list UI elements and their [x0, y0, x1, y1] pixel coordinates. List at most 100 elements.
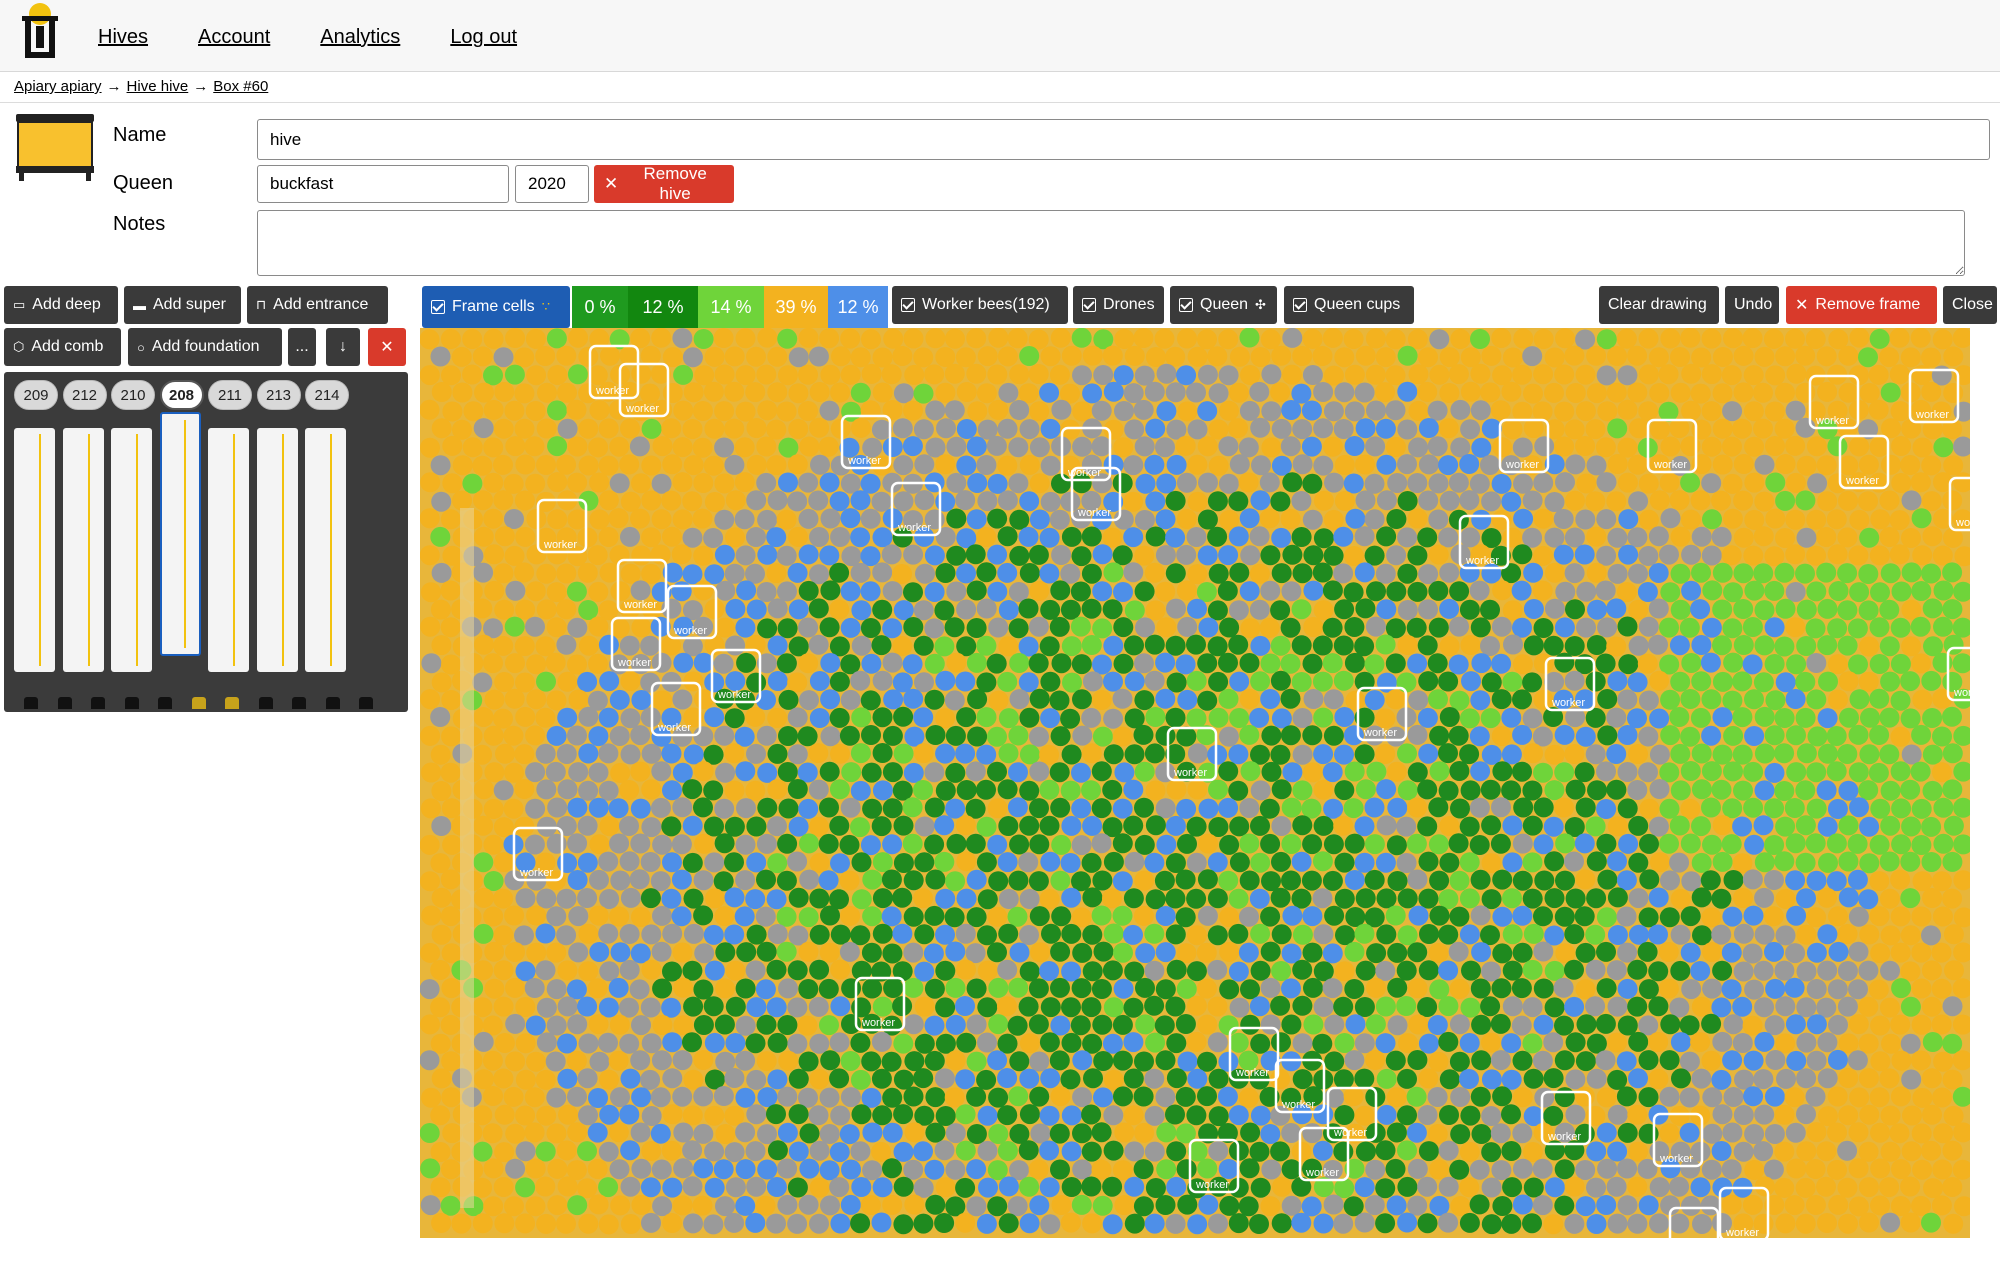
- frame-cell: [1701, 1013, 1722, 1034]
- frame-cell: [1281, 978, 1301, 999]
- nav-account-link[interactable]: Account: [198, 26, 270, 49]
- frame-bar-209[interactable]: [14, 428, 55, 672]
- frame-cell: [1240, 365, 1261, 385]
- frame-cell: [1228, 418, 1248, 439]
- frame-cell: [903, 688, 924, 709]
- frame-cell: [872, 562, 893, 583]
- frame-cell: [472, 598, 493, 619]
- frame-bar-213[interactable]: [256, 428, 298, 672]
- frame-number-213[interactable]: 213: [256, 380, 301, 410]
- frame-cell: [1322, 436, 1343, 457]
- frame-cell: [1312, 635, 1333, 656]
- frame-cell: [1512, 905, 1533, 926]
- frame-cell: [757, 328, 778, 348]
- notes-textarea[interactable]: [257, 210, 1965, 276]
- frame-cell: [767, 1069, 788, 1090]
- frame-cell: [672, 1086, 693, 1107]
- frame-cell: [1628, 924, 1649, 945]
- frame-cell: [903, 942, 924, 963]
- add-entrance-button[interactable]: ⊓ Add entrance: [247, 286, 388, 324]
- frame-cell: [1911, 1014, 1932, 1035]
- frame-cell: [1417, 527, 1438, 548]
- frame-number-214[interactable]: 214: [305, 380, 349, 410]
- frame-cells-toggle[interactable]: Frame cells ∵: [422, 286, 570, 328]
- frame-cell: [1113, 653, 1134, 674]
- add-deep-button[interactable]: ▭ Add deep: [4, 286, 118, 324]
- breadcrumb-box-link[interactable]: Box #60: [213, 78, 268, 95]
- drones-toggle[interactable]: Drones: [1073, 286, 1164, 324]
- more-options-button[interactable]: ...: [288, 328, 316, 366]
- worker-bees-toggle[interactable]: Worker bees(192): [892, 286, 1068, 324]
- frame-cell: [641, 490, 662, 511]
- frame-bar-212[interactable]: [62, 428, 104, 672]
- nav-logout-link[interactable]: Log out: [450, 26, 517, 49]
- frame-cell: [914, 996, 935, 1017]
- frame-cell: [1018, 672, 1039, 693]
- nav-hives-link[interactable]: Hives: [98, 26, 148, 49]
- frame-bar-211[interactable]: [208, 428, 249, 672]
- frame-cell: [819, 617, 840, 638]
- frame-number-211[interactable]: 211: [208, 380, 252, 410]
- queen-race-input[interactable]: [257, 165, 509, 203]
- undo-button[interactable]: Undo: [1725, 286, 1779, 324]
- add-super-button[interactable]: ▬ Add super: [124, 286, 241, 324]
- frame-number-208[interactable]: 208: [159, 380, 204, 410]
- frame-cell: [1932, 1159, 1953, 1180]
- frame-cell: [683, 1213, 703, 1234]
- frame-cell: [557, 996, 578, 1017]
- frame-number-209[interactable]: 209: [14, 380, 58, 410]
- close-frame-button[interactable]: Close: [1943, 286, 1997, 324]
- breadcrumb-apiary-link[interactable]: Apiary apiary: [14, 78, 102, 95]
- move-down-button[interactable]: ↓: [326, 328, 360, 366]
- frame-cell: [610, 762, 631, 783]
- frame-cell: [661, 743, 682, 764]
- queen-cups-toggle[interactable]: Queen cups: [1284, 286, 1414, 324]
- frame-cell: [1176, 544, 1197, 565]
- queen-year-input[interactable]: [515, 165, 589, 203]
- queen-toggle[interactable]: Queen ✣: [1170, 286, 1277, 324]
- remove-hive-button[interactable]: ✕ Remove hive: [594, 164, 734, 203]
- frame-number-212[interactable]: 212: [62, 380, 107, 410]
- frame-cell: [1628, 418, 1649, 439]
- frame-cell: [1051, 834, 1072, 855]
- remove-box-button[interactable]: ✕: [368, 328, 406, 366]
- hive-name-input[interactable]: [257, 119, 1990, 160]
- frame-cell: [1418, 454, 1439, 475]
- frame-cell: [525, 581, 546, 602]
- frame-cell: [1681, 400, 1701, 421]
- frame-cell: [1742, 1194, 1763, 1215]
- frame-cell: [1375, 708, 1396, 729]
- frame-cell: [620, 708, 641, 729]
- frame-cell: [882, 834, 903, 855]
- frame-cell: [494, 1213, 515, 1234]
- frame-cell: [672, 1195, 693, 1216]
- frame-cell: [946, 833, 967, 854]
- frame-cell: [1764, 1086, 1785, 1107]
- nav-analytics-link[interactable]: Analytics: [320, 26, 400, 49]
- frame-cell: [1596, 799, 1617, 819]
- clear-drawing-button[interactable]: Clear drawing: [1599, 286, 1719, 324]
- frame-cell: [1774, 1141, 1795, 1162]
- frame-cell: [967, 401, 988, 422]
- frame-cell: [755, 979, 776, 1000]
- frame-cells-overlay[interactable]: workerworkerworkerworkerworkerworkerwork…: [420, 328, 1970, 1238]
- gratheon-logo-icon[interactable]: [14, 2, 66, 62]
- frame-bar-208[interactable]: [159, 412, 201, 656]
- frame-cell: [1900, 851, 1921, 872]
- frame-cell: [1177, 328, 1197, 349]
- add-comb-button[interactable]: ⬡ Add comb: [4, 328, 121, 366]
- frame-cell: [578, 743, 599, 764]
- frame-number-210[interactable]: 210: [111, 380, 155, 410]
- frame-bar-210[interactable]: [111, 428, 152, 672]
- frame-cell: [997, 1105, 1018, 1126]
- remove-frame-button[interactable]: ✕ Remove frame: [1786, 286, 1937, 324]
- frame-cell: [505, 1051, 526, 1072]
- clear-drawing-label: Clear drawing: [1608, 296, 1707, 313]
- frame-cell: [1396, 853, 1417, 873]
- frame-cell: [1071, 907, 1092, 928]
- add-foundation-button[interactable]: ○ Add foundation: [128, 328, 282, 366]
- frame-cell: [955, 671, 976, 692]
- frame-bar-214[interactable]: [305, 428, 346, 672]
- frame-image-canvas[interactable]: worker worker worker worker worker worker work…: [420, 328, 1970, 1238]
- breadcrumb-hive-link[interactable]: Hive hive: [127, 78, 189, 95]
